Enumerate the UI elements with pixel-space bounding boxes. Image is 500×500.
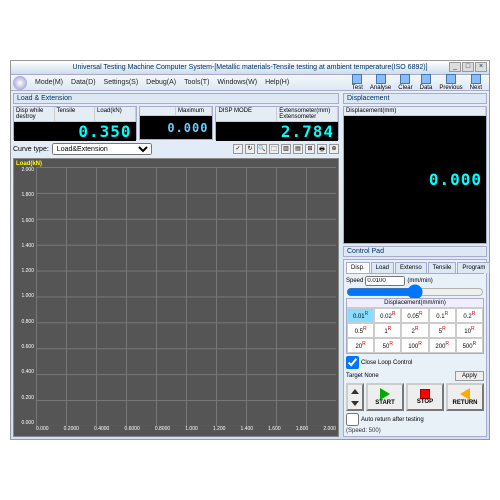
max-display: Maximum 0.000 bbox=[139, 106, 214, 140]
speed-cell[interactable]: 0.05R bbox=[401, 308, 428, 323]
jog-arrows[interactable] bbox=[346, 383, 364, 411]
load-extension-label: Load & Extension bbox=[13, 93, 339, 104]
chart-tool-icon[interactable]: ⊞ bbox=[305, 144, 315, 154]
menu-help[interactable]: Help(H) bbox=[261, 79, 293, 86]
start-button[interactable]: START bbox=[366, 383, 404, 411]
toolbar-test[interactable]: Test bbox=[349, 74, 366, 91]
load-value: 0.350 bbox=[14, 122, 136, 141]
chart-area[interactable]: Load(kN) Extension(mm) 0.0000.2000.4000.… bbox=[13, 158, 339, 437]
speed-cell[interactable]: 10R bbox=[456, 323, 483, 338]
chart-print-icon[interactable]: 🖶 bbox=[317, 144, 327, 154]
arrow-up-icon bbox=[351, 389, 359, 394]
return-icon bbox=[460, 388, 470, 400]
tab-program[interactable]: Program bbox=[457, 262, 490, 273]
speed-cell[interactable]: 2R bbox=[401, 323, 428, 338]
speed-cell[interactable]: 0.02R bbox=[374, 308, 401, 323]
toolbar-data[interactable]: Data bbox=[417, 74, 436, 91]
toolbar-analyse[interactable]: Analyse bbox=[367, 74, 394, 91]
speed-grid: Displacement(mm/min) 0.01R0.02R0.05R0.1R… bbox=[346, 298, 484, 354]
curve-type-label: Curve type: bbox=[13, 146, 49, 153]
analyse-icon bbox=[376, 74, 386, 84]
speed-cell[interactable]: 0.5R bbox=[347, 323, 374, 338]
control-pad-label: Control Pad bbox=[343, 246, 487, 257]
maximize-button[interactable]: □ bbox=[462, 62, 474, 72]
apply-button[interactable]: Apply bbox=[455, 371, 484, 381]
test-icon bbox=[352, 74, 362, 84]
close-button[interactable]: × bbox=[475, 62, 487, 72]
window-title: Universal Testing Machine Computer Syste… bbox=[72, 64, 427, 71]
app-logo-icon bbox=[13, 76, 27, 90]
tab-extenso[interactable]: Extenso bbox=[395, 262, 427, 273]
tab-disp[interactable]: Disp. bbox=[346, 262, 370, 273]
minimize-button[interactable]: _ bbox=[449, 62, 461, 72]
speed-grid-title: Displacement(mm/min) bbox=[347, 299, 483, 308]
data-icon bbox=[421, 74, 431, 84]
speed-cell[interactable]: 0.1R bbox=[429, 308, 456, 323]
control-tabs: Disp. Load Extenso Tensile Program bbox=[346, 262, 484, 274]
speed-cell[interactable]: 500R bbox=[456, 338, 483, 353]
max-value: 0.000 bbox=[140, 116, 213, 139]
return-button[interactable]: RETURN bbox=[446, 383, 484, 411]
toolbar-next[interactable]: Next bbox=[467, 74, 485, 91]
menu-windows[interactable]: Windows(W) bbox=[213, 79, 261, 86]
speed-cell[interactable]: 200R bbox=[429, 338, 456, 353]
clear-icon bbox=[400, 74, 410, 84]
toolbar-previous[interactable]: Previous bbox=[436, 74, 465, 91]
menu-debug[interactable]: Debug(A) bbox=[142, 79, 180, 86]
tab-load[interactable]: Load bbox=[371, 262, 394, 273]
speed-cell[interactable]: 100R bbox=[401, 338, 428, 353]
stop-icon bbox=[420, 389, 430, 399]
target-none-label: Target None bbox=[346, 373, 379, 379]
speed-cell[interactable]: 0.01R bbox=[347, 308, 374, 323]
toolbar-clear[interactable]: Clear bbox=[395, 74, 415, 91]
speed-cell[interactable]: 5R bbox=[429, 323, 456, 338]
displacement-value: 0.000 bbox=[344, 116, 486, 243]
displacement-display: Displacement(mm) 0.000 bbox=[343, 106, 487, 244]
menu-data[interactable]: Data(D) bbox=[67, 79, 100, 86]
menu-tools[interactable]: Tools(T) bbox=[180, 79, 213, 86]
menu-mode[interactable]: Mode(M) bbox=[31, 79, 67, 86]
chart-tool-icon[interactable]: ⊕ bbox=[329, 144, 339, 154]
chart-tool-icon[interactable]: ↻ bbox=[245, 144, 255, 154]
close-loop-checkbox[interactable] bbox=[346, 356, 359, 369]
chart-plot bbox=[36, 167, 336, 426]
speed-cell[interactable]: 50R bbox=[374, 338, 401, 353]
speed-cell[interactable]: 20R bbox=[347, 338, 374, 353]
displacement-label: Displacement bbox=[343, 93, 487, 104]
speed-note: (Speed: 500) bbox=[346, 428, 484, 434]
extensometer-value: 2.784 bbox=[216, 122, 338, 141]
chart-tool-icon[interactable]: ▤ bbox=[293, 144, 303, 154]
speed-cell[interactable]: 0.2R bbox=[456, 308, 483, 323]
next-icon bbox=[471, 74, 481, 84]
chart-zoom-icon[interactable]: 🔍 bbox=[257, 144, 267, 154]
curve-type-select[interactable]: Load&Extension bbox=[52, 143, 152, 155]
chart-tool-icon[interactable]: ✓ bbox=[233, 144, 243, 154]
title-bar: Universal Testing Machine Computer Syste… bbox=[11, 61, 489, 75]
extensometer-display: DISP MODEExtensometer(mm) Extensometer 2… bbox=[215, 106, 339, 140]
load-display: Disp while destroyTensileLoad(kN) 0.350 bbox=[13, 106, 137, 140]
previous-icon bbox=[446, 74, 456, 84]
play-icon bbox=[380, 388, 390, 400]
chart-tool-icon[interactable]: ▥ bbox=[281, 144, 291, 154]
auto-return-checkbox[interactable] bbox=[346, 413, 359, 426]
chart-tool-icon[interactable]: ⬚ bbox=[269, 144, 279, 154]
speed-slider[interactable] bbox=[346, 288, 484, 296]
speed-cell[interactable]: 1R bbox=[374, 323, 401, 338]
stop-button[interactable]: STOP bbox=[406, 383, 444, 411]
menu-bar: Mode(M) Data(D) Settings(S) Debug(A) Too… bbox=[11, 75, 489, 91]
menu-settings[interactable]: Settings(S) bbox=[100, 79, 143, 86]
tab-tensile[interactable]: Tensile bbox=[428, 262, 457, 273]
arrow-down-icon bbox=[351, 401, 359, 406]
